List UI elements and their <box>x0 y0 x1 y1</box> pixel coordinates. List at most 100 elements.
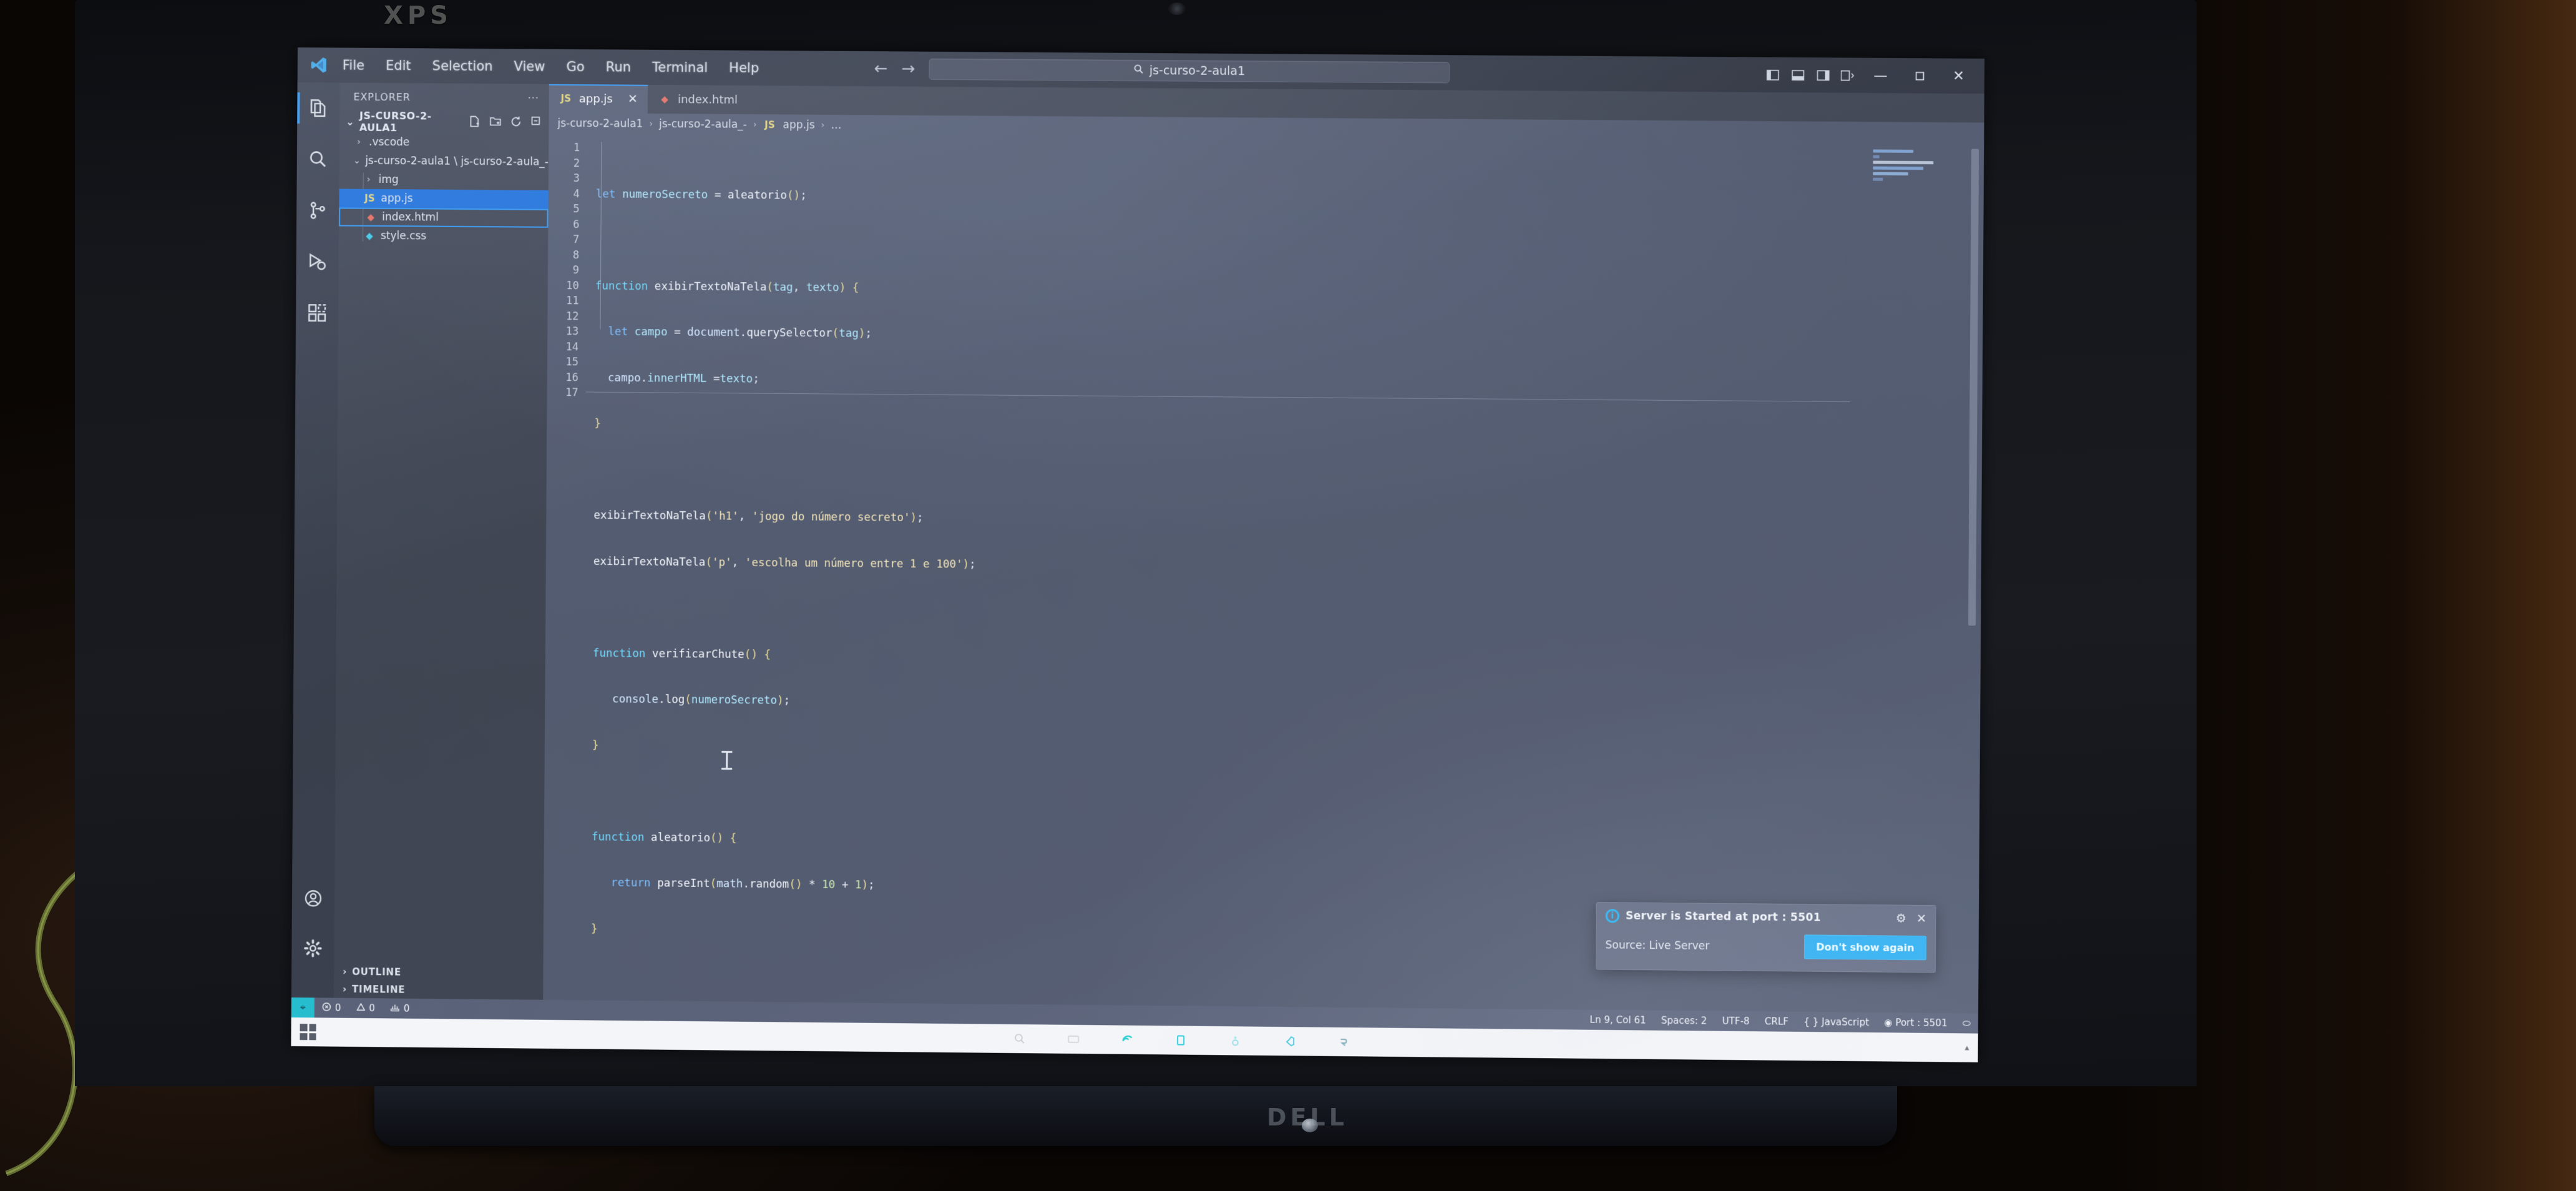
tree-item-project-folder[interactable]: ⌄ js-curso-2-aula1 \ js-curso-2-aula_- <box>339 151 549 171</box>
status-indentation[interactable]: Spaces: 2 <box>1654 1015 1715 1027</box>
system-tray[interactable]: ▴ <box>1964 1042 1969 1052</box>
tree-item-style-css[interactable]: ◆ style.css <box>339 226 548 246</box>
css-file-icon: ◆ <box>366 230 373 242</box>
sidebar-more-actions-icon[interactable]: ··· <box>528 92 539 104</box>
breadcrumb-item-folder[interactable]: js-curso-2-aula_- <box>659 118 747 131</box>
account-icon[interactable] <box>299 884 328 913</box>
code-line-3: function exibirTextoNaTela(tag, texto) { <box>595 279 859 295</box>
tree-item-app-js[interactable]: JS app.js <box>339 189 549 209</box>
gear-icon[interactable] <box>298 934 327 963</box>
breadcrumb-item-file[interactable]: app.js <box>783 119 815 131</box>
windows-start-icon[interactable] <box>300 1024 316 1041</box>
collapse-all-icon[interactable] <box>530 115 542 130</box>
close-icon[interactable]: ✕ <box>628 92 638 106</box>
code-text[interactable]: let numeroSecreto = aleatorio(); functio… <box>582 134 1984 1013</box>
chevron-down-icon[interactable]: ⌄ <box>353 156 361 166</box>
chrome-icon[interactable] <box>1226 1031 1244 1050</box>
sidebar-section-label: OUTLINE <box>352 966 401 978</box>
search-icon[interactable] <box>1010 1029 1029 1048</box>
refresh-icon[interactable] <box>510 115 522 130</box>
new-folder-icon[interactable] <box>489 115 501 130</box>
menu-run[interactable]: Run <box>603 57 634 77</box>
file-explorer-icon[interactable] <box>1172 1031 1191 1049</box>
app-icon[interactable] <box>1334 1032 1352 1051</box>
status-warnings[interactable]: 0 <box>348 1002 383 1014</box>
toggle-secondary-sidebar-icon[interactable] <box>1810 57 1836 93</box>
extensions-icon[interactable] <box>303 298 331 327</box>
tree-item-index-html[interactable]: ◆ index.html <box>339 207 549 228</box>
chevron-down-icon[interactable]: ⌄ <box>346 115 354 127</box>
activity-bar <box>291 82 340 998</box>
go-forward-icon[interactable]: → <box>902 59 915 78</box>
chevron-right-icon[interactable]: › <box>343 984 347 995</box>
tree-item-label: app.js <box>381 192 413 205</box>
toggle-panel-icon[interactable] <box>1785 57 1811 93</box>
laptop-screen: File Edit Selection View Go Run Terminal… <box>291 47 1985 1062</box>
tab-app-js[interactable]: JS app.js ✕ <box>549 84 648 114</box>
go-back-icon[interactable]: ← <box>874 59 888 78</box>
close-icon[interactable]: ✕ <box>1916 912 1926 926</box>
activity-bar-bottom <box>291 884 334 963</box>
chevron-right-icon[interactable]: › <box>363 175 374 185</box>
status-live-server-port[interactable]: ◉ Port : 5501 <box>1876 1017 1955 1029</box>
files-icon[interactable] <box>304 94 333 122</box>
search-icon <box>1133 64 1144 77</box>
customize-layout-icon[interactable] <box>1836 57 1861 93</box>
status-eol[interactable]: CRLF <box>1757 1016 1797 1027</box>
task-view-icon[interactable] <box>1064 1030 1083 1049</box>
minimap[interactable] <box>1873 149 1949 206</box>
breadcrumb-item-root[interactable]: js-curso-2-aula1 <box>557 117 643 130</box>
chevron-right-icon[interactable]: › <box>353 137 364 147</box>
menu-file[interactable]: File <box>340 55 367 76</box>
vscode-icon[interactable] <box>1280 1032 1299 1051</box>
status-notifications-bell[interactable]: ⬭ <box>1955 1017 1978 1029</box>
line-number: 5 <box>573 203 580 216</box>
tree-item-img[interactable]: › img <box>339 170 549 190</box>
gear-icon[interactable]: ⚙ <box>1896 911 1906 925</box>
error-count: 0 <box>334 1002 341 1014</box>
sidebar-section-timeline[interactable]: › TIMELINE <box>334 981 543 1000</box>
menu-bar: File Edit Selection View Go Run Terminal… <box>340 55 762 79</box>
tab-label: app.js <box>578 92 613 105</box>
sidebar-section-outline[interactable]: › OUTLINE <box>334 963 543 983</box>
menu-help[interactable]: Help <box>726 57 761 78</box>
line-number: 3 <box>573 172 580 185</box>
code-line-5: campo.innerHTML =texto; <box>607 371 759 386</box>
status-encoding[interactable]: UTF-8 <box>1714 1016 1757 1027</box>
status-language-mode[interactable]: { } JavaScript <box>1796 1016 1876 1028</box>
info-icon: i <box>1605 909 1620 923</box>
notification-toast[interactable]: i Server is Started at port : 5501 ⚙ ✕ S… <box>1596 902 1936 973</box>
remote-indicator[interactable]: ⌖ <box>291 997 315 1018</box>
menu-terminal[interactable]: Terminal <box>650 57 710 78</box>
workbench: EXPLORER ··· ⌄ JS-CURSO-2-AULA1 › .vscod… <box>291 82 1984 1014</box>
window-close-button[interactable]: ✕ <box>1939 58 1978 94</box>
tree-item-vscode[interactable]: › .vscode <box>339 132 549 152</box>
tab-index-html[interactable]: ◆ index.html <box>648 85 748 114</box>
error-icon <box>322 1002 331 1014</box>
window-minimize-button[interactable]: — <box>1861 58 1900 94</box>
source-control-icon[interactable] <box>303 196 332 225</box>
code-editor[interactable]: 1 2 3 4 5 6 7 8 9 10 11 12 13 14 15 16 1… <box>543 134 1984 1014</box>
chevron-right-icon[interactable]: › <box>343 966 347 978</box>
workspace-root-row[interactable]: ⌄ JS-CURSO-2-AULA1 <box>339 110 549 134</box>
breadcrumb-item-symbol[interactable]: … <box>831 119 841 132</box>
menu-view[interactable]: View <box>511 56 547 77</box>
status-errors[interactable]: 0 <box>315 1002 349 1014</box>
menu-selection[interactable]: Selection <box>430 56 495 77</box>
menu-go[interactable]: Go <box>564 56 587 77</box>
status-ports[interactable]: 0 <box>383 1002 417 1015</box>
run-debug-icon[interactable] <box>303 247 332 276</box>
new-file-icon[interactable] <box>469 115 481 129</box>
toggle-primary-sidebar-icon[interactable] <box>1760 57 1786 93</box>
search-icon[interactable] <box>304 145 333 174</box>
status-cursor-position[interactable]: Ln 9, Col 61 <box>1582 1014 1653 1026</box>
command-center[interactable]: js-curso-2-aula1 <box>929 58 1450 84</box>
sidebar-title: EXPLORER <box>353 91 411 103</box>
edge-icon[interactable] <box>1118 1031 1137 1049</box>
menu-edit[interactable]: Edit <box>383 55 414 76</box>
dont-show-again-button[interactable]: Don't show again <box>1804 934 1927 961</box>
window-maximize-button[interactable] <box>1900 58 1939 94</box>
code-line-6: } <box>594 417 602 430</box>
code-line-1: let numeroSecreto = aleatorio(); <box>595 187 807 202</box>
